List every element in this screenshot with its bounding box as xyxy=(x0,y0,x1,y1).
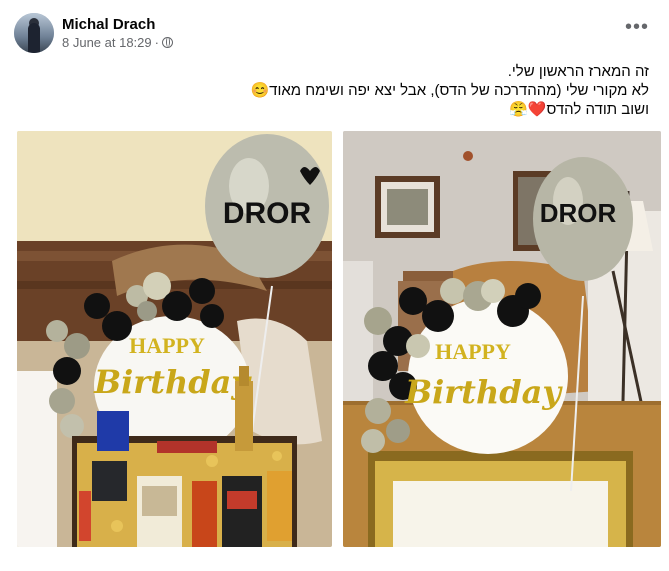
avatar[interactable] xyxy=(14,13,54,53)
post-card: Michal Drach 8 June at 18:29 · ••• זה המ… xyxy=(0,0,669,571)
author-name[interactable]: Michal Drach xyxy=(62,15,173,34)
post-subline: 8 June at 18:29 · xyxy=(62,34,173,51)
separator-dot: · xyxy=(154,35,159,50)
post-text-line: לא מקורי שלי (מההדרכה של הדס), אבל יצא י… xyxy=(250,82,650,99)
post-text-line: ושוב תודה להדס❤️😤 xyxy=(509,101,649,118)
sign-happy-text: HAPPY xyxy=(129,333,205,358)
more-options-icon[interactable]: ••• xyxy=(625,17,649,37)
post-header: Michal Drach 8 June at 18:29 · xyxy=(14,12,173,54)
post-photo-2[interactable]: DROR HAPPY Birthday xyxy=(343,131,661,547)
sign-birthday-text: Birthday xyxy=(404,373,563,411)
post-photo-1[interactable]: HAPPY Birthday DROR xyxy=(17,131,332,547)
globe-icon[interactable] xyxy=(161,37,173,48)
post-text-line: זה המארז הראשון שלי. xyxy=(507,63,649,80)
balloon-name-text: DROR xyxy=(223,197,312,230)
post-meta: Michal Drach 8 June at 18:29 · xyxy=(62,15,173,51)
balloon-name-text: DROR xyxy=(540,198,617,228)
post-timestamp[interactable]: 8 June at 18:29 xyxy=(62,34,152,51)
photo-grid: HAPPY Birthday DROR DROR HAPPY Birthday xyxy=(17,131,661,547)
sign-birthday-text: Birthday xyxy=(93,363,252,401)
post-text: זה המארז הראשון שלי. לא מקורי שלי (מההדר… xyxy=(29,62,650,119)
sign-happy-text: HAPPY xyxy=(435,339,511,364)
